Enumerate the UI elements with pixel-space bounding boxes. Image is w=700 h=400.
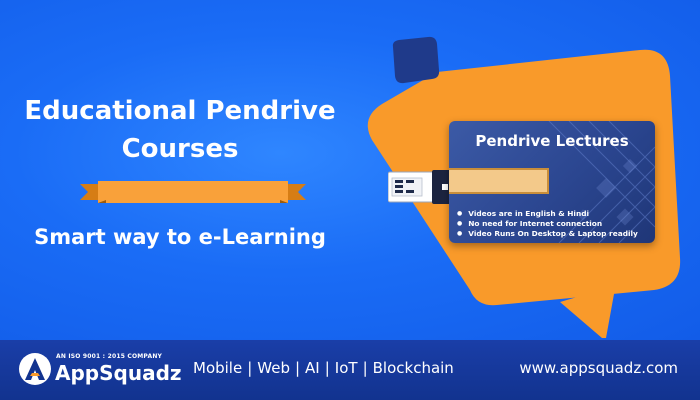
tagline: Smart way to e-Learning xyxy=(34,225,326,249)
usb-slot-graphic xyxy=(449,168,549,194)
feature-item: Video Runs On Desktop & Laptop readily xyxy=(457,229,638,239)
navy-square-shape xyxy=(392,36,440,84)
service-item: Blockchain xyxy=(372,359,454,377)
service-item: IoT xyxy=(334,359,358,377)
website-url: www.appsquadz.com xyxy=(519,359,678,377)
separator: | xyxy=(294,359,301,377)
footer-bar: AN ISO 9001 : 2015 COMPANY AppSquadz Mob… xyxy=(0,340,700,400)
pendrive-lectures-card: Pendrive Lectures Videos are in English … xyxy=(449,121,655,243)
service-item: Mobile xyxy=(193,359,243,377)
separator: | xyxy=(362,359,368,377)
separator: | xyxy=(324,359,330,377)
service-item: Web xyxy=(257,359,290,377)
separator: | xyxy=(247,359,253,377)
service-item: AI xyxy=(305,359,320,377)
feature-item: Videos are in English & Hindi xyxy=(457,209,638,219)
usb-connector-icon xyxy=(388,170,458,204)
feature-item: No need for Internet connection xyxy=(457,219,638,229)
brand-name: AppSquadz xyxy=(55,361,182,385)
services-list: Mobile | Web | AI | IoT | Blockchain xyxy=(193,357,454,379)
headline-line-1: Educational Pendrive xyxy=(24,96,336,126)
headline-line-2: Courses xyxy=(121,134,239,164)
card-title: Pendrive Lectures xyxy=(475,132,629,150)
ribbon-divider xyxy=(80,181,306,203)
feature-list: Videos are in English & Hindi No need fo… xyxy=(457,209,638,239)
hero-banner: Educational Pendrive Courses Smart way t… xyxy=(0,0,700,340)
appsquadz-a-logo-icon xyxy=(19,353,51,385)
